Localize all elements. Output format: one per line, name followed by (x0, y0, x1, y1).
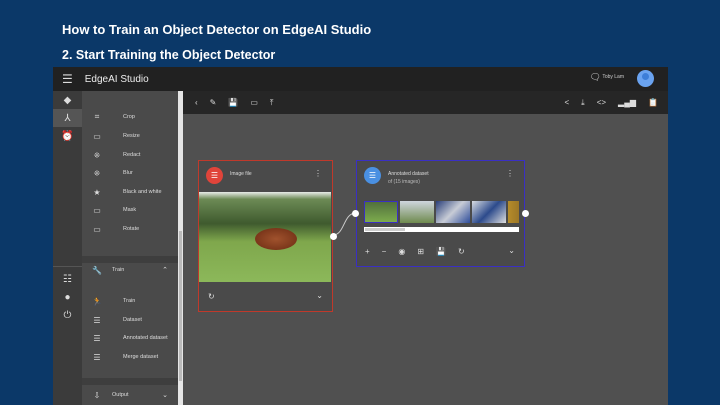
annotated-dataset-node[interactable]: ☰ Annotated dataset of (15 images) ⋮ + −… (352, 160, 529, 267)
list-icon: ☰ (206, 167, 223, 184)
remove-icon[interactable]: − (382, 247, 387, 256)
node-title: Image file (230, 171, 252, 177)
thumbnail[interactable] (364, 201, 398, 223)
thumbnail-scrollbar[interactable] (364, 227, 519, 232)
chevron-down-icon[interactable]: ⌄ (508, 246, 515, 255)
more-icon[interactable]: ⋮ (506, 169, 514, 178)
thumbnail[interactable] (508, 201, 519, 223)
output-port[interactable] (522, 210, 529, 217)
refresh-icon[interactable]: ↻ (458, 247, 465, 256)
output-port[interactable] (330, 233, 337, 240)
slide-title: How to Train an Object Detector on EdgeA… (62, 22, 372, 37)
record-icon[interactable]: ◉ (398, 247, 405, 256)
thumbnail-strip[interactable] (364, 201, 519, 223)
dataset-actions: + − ◉ ⊞ 💾 ↻ (365, 247, 465, 256)
list-icon: ☰ (364, 167, 381, 184)
app-window: ☰ EdgeAI Studio 🗨 Toby Lam ◆ ⅄ ⏰ ☷ ● ⏻ ⌗… (53, 67, 668, 405)
thumbnail[interactable] (472, 201, 506, 223)
add-box-icon[interactable]: ⊞ (417, 247, 424, 256)
slide-subtitle: 2. Start Training the Object Detector (62, 48, 276, 62)
node-title: Annotated dataset (388, 171, 429, 177)
add-icon[interactable]: + (365, 247, 370, 256)
save-icon[interactable]: 💾 (436, 247, 446, 256)
refresh-icon[interactable]: ↻ (208, 292, 215, 301)
input-port[interactable] (352, 210, 359, 217)
image-file-node[interactable]: ☰ Image file ⋮ ↻ ⌄ (198, 160, 337, 312)
node-subtitle: of (15 images) (388, 179, 420, 185)
football-image (199, 192, 331, 282)
thumbnail[interactable] (436, 201, 470, 223)
chevron-down-icon[interactable]: ⌄ (316, 291, 323, 300)
thumbnail[interactable] (400, 201, 434, 223)
more-icon[interactable]: ⋮ (314, 169, 322, 178)
